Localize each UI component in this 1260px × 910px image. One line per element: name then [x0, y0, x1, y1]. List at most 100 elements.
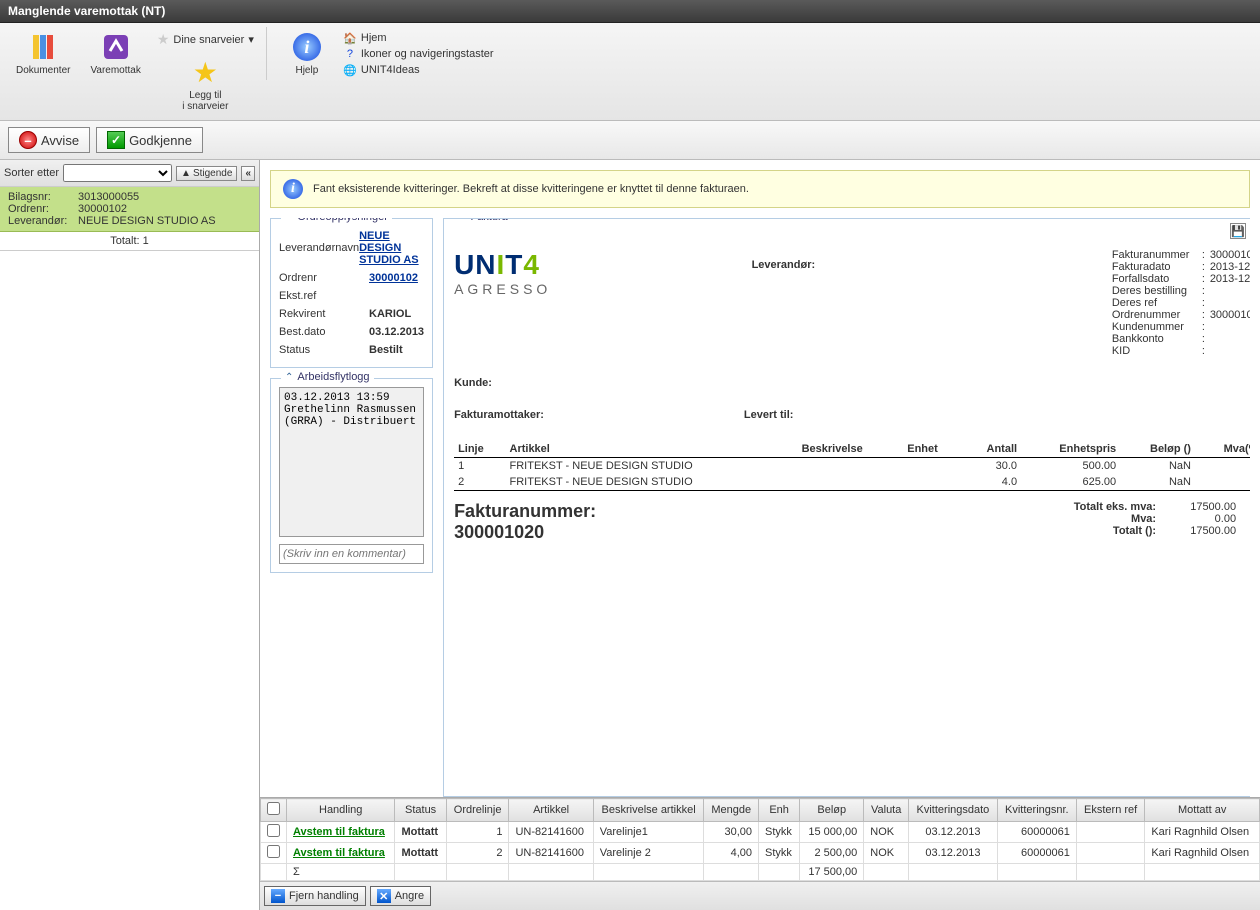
content-row: ⌃ Ordreopplysninger LeverandørnavnNEUE D… [270, 218, 1250, 797]
chevron-up-icon[interactable]: ⌃ [285, 372, 293, 383]
mottaker-section: Fakturamottaker: Levert til: [454, 409, 1250, 421]
arbeidsflytlogg-legend: ⌃ Arbeidsflytlogg [281, 371, 374, 383]
main-toolbar: Dokumenter Varemottak ★ Dine snarveier ▾… [0, 23, 1260, 121]
info-panel: i Fant eksisterende kvitteringer. Bekref… [270, 170, 1250, 208]
globe-icon: 🌐 [343, 63, 357, 77]
grid-table: Handling Status Ordrelinje Artikkel Besk… [260, 798, 1260, 881]
angre-button[interactable]: ✕ Angre [370, 886, 431, 906]
fjern-handling-button[interactable]: − Fjern handling [264, 886, 366, 906]
info-message: Fant eksisterende kvitteringer. Bekreft … [313, 183, 749, 195]
chevron-up-icon[interactable]: ⌃ [458, 218, 466, 223]
main-area: Sorter etter ▲ Stigende « Bilagsnr:30130… [0, 160, 1260, 910]
unit4ideas-label: UNIT4Ideas [361, 64, 420, 76]
ordreopplysninger-legend: ⌃ Ordreopplysninger [281, 218, 392, 223]
legg-til-snarveier-button[interactable]: ★ Legg til i snarveier [153, 52, 258, 116]
window-titlebar: Manglende varemottak (NT) [0, 0, 1260, 23]
sort-bar: Sorter etter ▲ Stigende « [0, 160, 259, 187]
right-panel: i Fant eksisterende kvitteringer. Bekref… [260, 160, 1260, 910]
legg-til-label: Legg til i snarveier [182, 90, 228, 112]
hjelp-label: Hjelp [295, 65, 318, 76]
approve-icon: ✓ [107, 131, 125, 149]
rekvirent-label: Rekvirent [279, 308, 369, 320]
rekvirent-value: KARIOL [369, 308, 411, 320]
grid-check-all[interactable] [267, 802, 280, 815]
invoice-lines-table: Linje Artikkel Beskrivelse Enhet Antall … [454, 441, 1250, 491]
order-column: ⌃ Ordreopplysninger LeverandørnavnNEUE D… [270, 218, 433, 797]
snarveier-group: ★ Dine snarveier ▾ ★ Legg til i snarveie… [153, 27, 258, 116]
bestdato-value: 03.12.2013 [369, 326, 424, 338]
leverandornavn-link[interactable]: NEUE DESIGN STUDIO AS [359, 230, 424, 266]
avstem-link[interactable]: Avstem til faktura [293, 826, 385, 838]
workflow-log[interactable]: 03.12.2013 13:59 Grethelinn Rasmussen (G… [279, 387, 424, 537]
faktura-fieldset: ⌃ Faktura 💾 🖶 UNIT4 AGRESSO [443, 218, 1250, 797]
leverandor-label: Leverandør: [8, 215, 78, 227]
dropdown-icon: ▾ [248, 33, 254, 46]
comment-input[interactable] [279, 544, 424, 564]
grid-row[interactable]: Avstem til faktura Mottatt 1 UN-82141600… [261, 822, 1260, 843]
avvise-button[interactable]: – Avvise [8, 127, 90, 153]
grid-row-check[interactable] [267, 845, 280, 858]
varemottak-icon [100, 31, 132, 63]
leverandor-value: NEUE DESIGN STUDIO AS [78, 215, 216, 227]
invoice-line: 1FRITEKST - NEUE DESIGN STUDIO30.0500.00… [454, 458, 1250, 475]
save-invoice-button[interactable]: 💾 [1230, 223, 1246, 239]
ordreopplysninger-fieldset: ⌃ Ordreopplysninger LeverandørnavnNEUE D… [270, 218, 433, 368]
ordrenr-value: 30000102 [78, 203, 127, 215]
status-value: Bestilt [369, 344, 403, 356]
invoice-toolbar: 💾 🖶 [1230, 223, 1250, 239]
arbeidsflytlogg-fieldset: ⌃ Arbeidsflytlogg 03.12.2013 13:59 Greth… [270, 378, 433, 573]
bilagsnr-label: Bilagsnr: [8, 191, 78, 203]
logo-block: UNIT4 AGRESSO [454, 249, 551, 357]
bilagsnr-value: 3013000055 [78, 191, 139, 203]
info-icon: i [291, 31, 323, 63]
info-panel-icon: i [283, 179, 303, 199]
invoice-line: 2FRITEKST - NEUE DESIGN STUDIO4.0625.00N… [454, 474, 1250, 491]
undo-icon: ✕ [377, 889, 391, 903]
hjelp-button[interactable]: i Hjelp [279, 27, 335, 80]
ekstref-label: Ekst.ref [279, 290, 369, 302]
invoice-header: UNIT4 AGRESSO Leverandør: Fakturanummer:… [454, 249, 1250, 357]
documents-icon [27, 31, 59, 63]
avstem-link[interactable]: Avstem til faktura [293, 847, 385, 859]
order-ordrenr-link[interactable]: 30000102 [369, 272, 418, 284]
ikoner-link[interactable]: ? Ikoner og navigeringstaster [343, 47, 494, 61]
reject-icon: – [19, 131, 37, 149]
godkjenne-button[interactable]: ✓ Godkjenne [96, 127, 203, 153]
ikoner-label: Ikoner og navigeringstaster [361, 48, 494, 60]
home-icon: 🏠 [343, 31, 357, 45]
godkjenne-label: Godkjenne [129, 133, 192, 148]
invoice-totals: Totalt eks. mva:17500.00. Mva:0.00 Total… [596, 501, 1250, 537]
sort-label: Sorter etter [4, 167, 59, 179]
inv-leverandor-label: Leverandør: [752, 259, 816, 271]
leverandor-block: Leverandør: [752, 249, 912, 357]
avvise-label: Avvise [41, 133, 79, 148]
unit4ideas-link[interactable]: 🌐 UNIT4Ideas [343, 63, 494, 77]
left-panel: Sorter etter ▲ Stigende « Bilagsnr:30130… [0, 160, 260, 910]
dine-snarveier-button[interactable]: ★ Dine snarveier ▾ [153, 27, 258, 52]
varemottak-button[interactable]: Varemottak [82, 27, 148, 80]
minus-icon: − [271, 889, 285, 903]
chevron-up-icon[interactable]: ⌃ [285, 218, 293, 223]
invoice-meta: Fakturanummer:300001020 Fakturadato:2013… [1112, 249, 1250, 357]
sort-select[interactable] [63, 164, 172, 182]
totalt-row: Totalt: 1 [0, 232, 259, 251]
dokumenter-label: Dokumenter [16, 65, 70, 76]
stigende-button[interactable]: ▲ Stigende [176, 166, 237, 181]
grid-row-check[interactable] [267, 824, 280, 837]
question-icon: ? [343, 47, 357, 61]
ordrenr-label: Ordrenr: [8, 203, 78, 215]
help-group: i Hjelp 🏠 Hjem ? Ikoner og navigeringsta… [266, 27, 494, 80]
collapse-left-button[interactable]: « [241, 166, 255, 181]
hjem-label: Hjem [361, 32, 387, 44]
agresso-logo-sub: AGRESSO [454, 281, 551, 297]
kunde-section: Kunde: [454, 377, 1250, 389]
record-item[interactable]: Bilagsnr:3013000055 Ordrenr:30000102 Lev… [0, 187, 259, 232]
star-gold-icon: ★ [189, 56, 221, 88]
star-grey-icon: ★ [157, 31, 170, 48]
varemottak-label: Varemottak [90, 65, 140, 76]
grid-row[interactable]: Avstem til faktura Mottatt 2 UN-82141600… [261, 843, 1260, 864]
stigende-label: Stigende [193, 168, 232, 179]
window-title: Manglende varemottak (NT) [8, 4, 165, 18]
hjem-link[interactable]: 🏠 Hjem [343, 31, 494, 45]
dokumenter-button[interactable]: Dokumenter [8, 27, 78, 80]
